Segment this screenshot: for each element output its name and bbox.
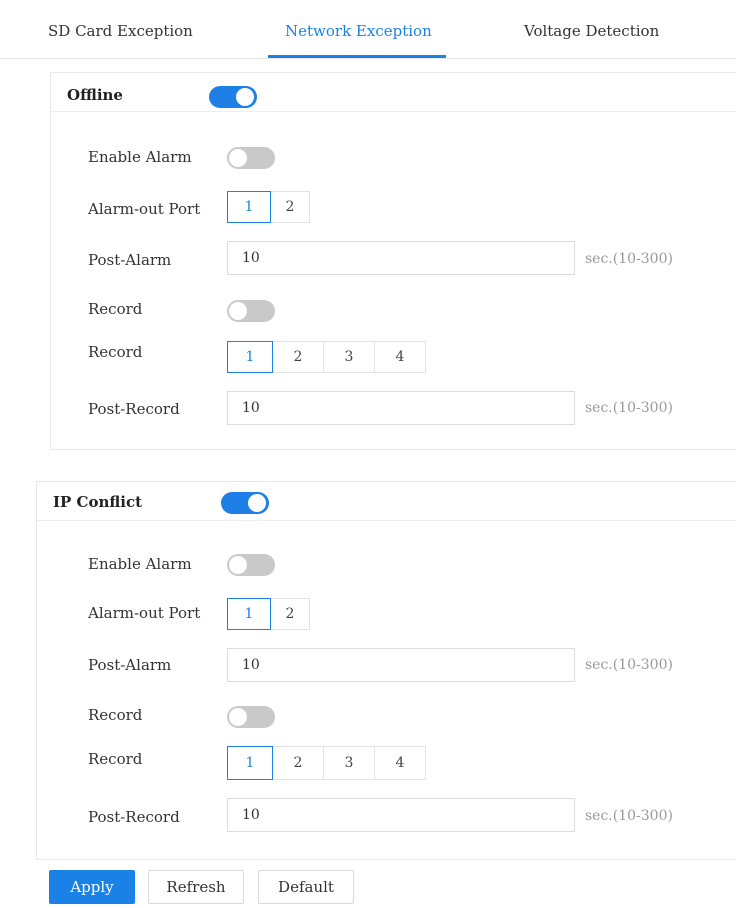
refresh-button[interactable]: Refresh — [148, 870, 244, 904]
apply-button[interactable]: Apply — [49, 870, 135, 904]
offline-record-channel-1[interactable]: 1 — [227, 341, 273, 373]
ip-conflict-alarm-out-port-selector: 1 2 — [227, 598, 310, 630]
offline-alarm-port-2[interactable]: 2 — [270, 191, 310, 223]
offline-enable-alarm-toggle[interactable] — [227, 147, 275, 169]
ip-conflict-post-alarm-input[interactable] — [227, 648, 575, 682]
default-button[interactable]: Default — [258, 870, 354, 904]
tab-bar: SD Card Exception Network Exception Volt… — [0, 0, 736, 59]
offline-post-record-input[interactable] — [227, 391, 575, 425]
ip-conflict-record-channel-label: Record — [88, 750, 143, 768]
ip-conflict-section-header: IP Conflict — [37, 482, 736, 521]
ip-conflict-record-channel-3[interactable]: 3 — [323, 746, 375, 780]
ip-conflict-enable-alarm-label: Enable Alarm — [88, 555, 192, 573]
offline-alarm-port-1[interactable]: 1 — [227, 191, 271, 223]
offline-alarm-out-port-label: Alarm-out Port — [88, 200, 201, 218]
offline-post-alarm-label: Post-Alarm — [88, 251, 172, 269]
offline-post-record-label: Post-Record — [88, 400, 180, 418]
ip-conflict-alarm-out-port-label: Alarm-out Port — [88, 604, 201, 622]
offline-alarm-out-port-selector: 1 2 — [227, 191, 310, 223]
ip-conflict-enable-alarm-toggle[interactable] — [227, 554, 275, 576]
offline-section: Offline Enable Alarm Alarm-out Port 1 2 … — [50, 72, 736, 450]
offline-record-channel-selector: 1 2 3 4 — [227, 341, 426, 373]
offline-title: Offline — [67, 86, 123, 104]
offline-enable-alarm-label: Enable Alarm — [88, 148, 192, 166]
ip-conflict-title: IP Conflict — [53, 493, 143, 511]
ip-conflict-record-label: Record — [88, 706, 143, 724]
ip-conflict-alarm-port-2[interactable]: 2 — [270, 598, 310, 630]
offline-record-toggle[interactable] — [227, 300, 275, 322]
ip-conflict-post-alarm-label: Post-Alarm — [88, 656, 172, 674]
tab-sd-card-exception[interactable]: SD Card Exception — [48, 22, 193, 40]
ip-conflict-record-channel-1[interactable]: 1 — [227, 746, 273, 780]
ip-conflict-record-channel-selector: 1 2 3 4 — [227, 746, 426, 780]
offline-record-label: Record — [88, 300, 143, 318]
active-tab-indicator — [268, 55, 446, 58]
offline-record-channel-3[interactable]: 3 — [323, 341, 375, 373]
ip-conflict-alarm-port-1[interactable]: 1 — [227, 598, 271, 630]
ip-conflict-section: IP Conflict Enable Alarm Alarm-out Port … — [36, 481, 736, 860]
ip-conflict-post-record-label: Post-Record — [88, 808, 180, 826]
offline-post-record-unit: sec.(10-300) — [585, 400, 673, 416]
offline-section-header: Offline — [51, 73, 736, 112]
ip-conflict-post-record-input[interactable] — [227, 798, 575, 832]
tab-network-exception[interactable]: Network Exception — [285, 22, 432, 40]
ip-conflict-record-toggle[interactable] — [227, 706, 275, 728]
offline-enable-toggle[interactable] — [209, 86, 257, 108]
ip-conflict-post-record-unit: sec.(10-300) — [585, 808, 673, 824]
ip-conflict-record-channel-2[interactable]: 2 — [272, 746, 324, 780]
ip-conflict-post-alarm-unit: sec.(10-300) — [585, 657, 673, 673]
offline-record-channel-2[interactable]: 2 — [272, 341, 324, 373]
offline-record-channel-4[interactable]: 4 — [374, 341, 426, 373]
offline-post-alarm-input[interactable] — [227, 241, 575, 275]
offline-record-channel-label: Record — [88, 343, 143, 361]
tab-voltage-detection[interactable]: Voltage Detection — [524, 22, 659, 40]
offline-post-alarm-unit: sec.(10-300) — [585, 251, 673, 267]
ip-conflict-record-channel-4[interactable]: 4 — [374, 746, 426, 780]
ip-conflict-enable-toggle[interactable] — [221, 492, 269, 514]
